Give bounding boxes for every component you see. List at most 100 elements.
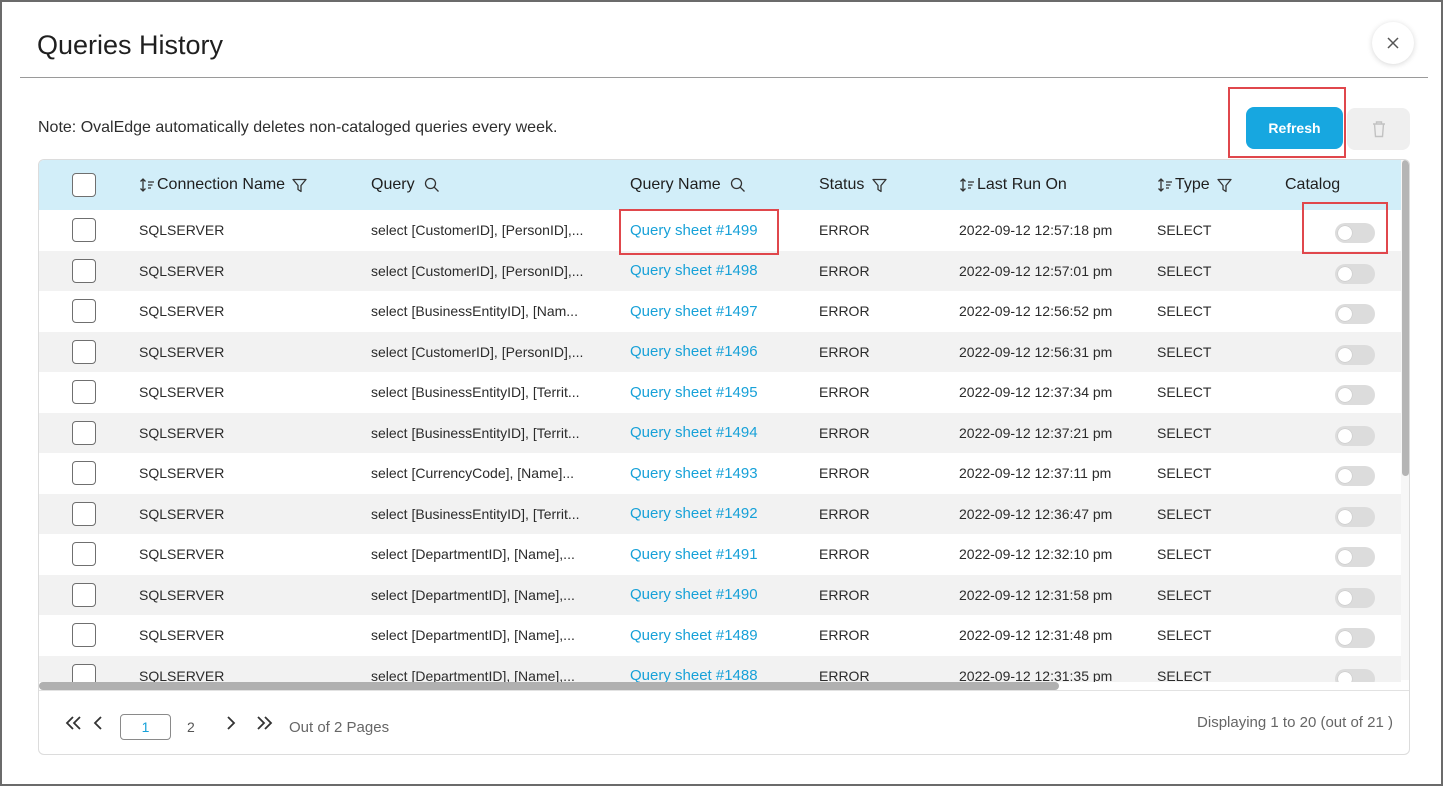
last-run-cell: 2022-09-12 12:32:10 pm bbox=[959, 546, 1113, 563]
query-name-link[interactable]: Query sheet #1499 bbox=[630, 210, 758, 251]
sort-icon[interactable] bbox=[959, 177, 975, 193]
table-body: SQLSERVER select [CustomerID], [PersonID… bbox=[39, 210, 1401, 682]
last-run-cell: 2022-09-12 12:31:35 pm bbox=[959, 667, 1113, 682]
query-name-link[interactable]: Query sheet #1491 bbox=[630, 534, 758, 575]
row-checkbox[interactable] bbox=[72, 420, 96, 445]
search-icon[interactable] bbox=[730, 177, 746, 193]
chevron-right-icon[interactable] bbox=[225, 715, 237, 736]
header-divider bbox=[20, 77, 1428, 78]
table-row: SQLSERVER select [BusinessEntityID], [Te… bbox=[39, 493, 1401, 535]
last-run-cell: 2022-09-12 12:57:18 pm bbox=[959, 222, 1113, 239]
query-cell: select [DepartmentID], [Name],... bbox=[371, 667, 575, 682]
toggle-knob bbox=[1338, 226, 1352, 241]
query-cell: select [DepartmentID], [Name],... bbox=[371, 627, 575, 644]
table-row: SQLSERVER select [BusinessEntityID], [Te… bbox=[39, 372, 1401, 413]
query-cell: select [BusinessEntityID], [Territ... bbox=[371, 505, 580, 522]
catalog-toggle[interactable] bbox=[1335, 587, 1375, 608]
table-row: SQLSERVER select [CustomerID], [PersonID… bbox=[39, 210, 1401, 251]
row-checkbox[interactable] bbox=[72, 582, 96, 607]
query-cell: select [CustomerID], [PersonID],... bbox=[371, 262, 584, 279]
catalog-toggle[interactable] bbox=[1335, 304, 1375, 325]
row-checkbox[interactable] bbox=[72, 461, 96, 486]
current-page-input[interactable]: 1 bbox=[120, 714, 171, 740]
type-cell: SELECT bbox=[1157, 303, 1212, 320]
query-name-link[interactable]: Query sheet #1494 bbox=[630, 413, 758, 454]
row-checkbox[interactable] bbox=[72, 218, 96, 243]
connection-name-cell: SQLSERVER bbox=[139, 465, 225, 482]
table-header: Connection Name Query Query Name Status bbox=[39, 160, 1401, 210]
row-checkbox[interactable] bbox=[72, 623, 96, 648]
connection-name-cell: SQLSERVER bbox=[139, 667, 225, 682]
type-cell: SELECT bbox=[1157, 222, 1212, 239]
query-name-link[interactable]: Query sheet #1490 bbox=[630, 575, 758, 616]
row-checkbox[interactable] bbox=[72, 380, 96, 405]
sort-icon[interactable] bbox=[1157, 177, 1173, 193]
catalog-toggle[interactable] bbox=[1335, 344, 1375, 365]
refresh-button[interactable]: Refresh bbox=[1246, 107, 1343, 149]
catalog-toggle[interactable] bbox=[1335, 628, 1375, 649]
double-chevron-right-icon[interactable] bbox=[255, 715, 273, 736]
type-cell: SELECT bbox=[1157, 465, 1212, 482]
close-button[interactable] bbox=[1372, 22, 1414, 64]
type-cell: SELECT bbox=[1157, 424, 1212, 441]
row-checkbox[interactable] bbox=[72, 663, 96, 682]
query-name-link[interactable]: Query sheet #1496 bbox=[630, 332, 758, 373]
header-connection-name[interactable]: Connection Name bbox=[139, 160, 307, 210]
header-type[interactable]: Type bbox=[1157, 160, 1232, 210]
catalog-toggle[interactable] bbox=[1335, 506, 1375, 527]
query-name-link[interactable]: Query sheet #1495 bbox=[630, 372, 758, 413]
page-2-link[interactable]: 2 bbox=[187, 719, 195, 735]
catalog-toggle[interactable] bbox=[1335, 263, 1375, 284]
header-type-label: Type bbox=[1175, 176, 1210, 193]
query-name-link[interactable]: Query sheet #1488 bbox=[630, 656, 758, 682]
row-checkbox[interactable] bbox=[72, 542, 96, 567]
last-run-cell: 2022-09-12 12:37:21 pm bbox=[959, 424, 1113, 441]
chevron-left-icon[interactable] bbox=[92, 715, 104, 736]
query-name-link[interactable]: Query sheet #1489 bbox=[630, 615, 758, 656]
select-all-checkbox[interactable] bbox=[72, 173, 96, 197]
header-status[interactable]: Status bbox=[819, 160, 888, 210]
horizontal-scrollbar-thumb[interactable] bbox=[39, 682, 1059, 690]
header-query-name[interactable]: Query Name bbox=[630, 160, 746, 210]
type-cell: SELECT bbox=[1157, 384, 1212, 401]
header-last-run-on[interactable]: Last Run On bbox=[959, 160, 1067, 210]
status-cell: ERROR bbox=[819, 505, 870, 522]
query-name-link[interactable]: Query sheet #1497 bbox=[630, 291, 758, 332]
connection-name-cell: SQLSERVER bbox=[139, 505, 225, 522]
row-checkbox[interactable] bbox=[72, 339, 96, 364]
header-query[interactable]: Query bbox=[371, 160, 440, 210]
catalog-toggle[interactable] bbox=[1335, 425, 1375, 446]
row-checkbox[interactable] bbox=[72, 258, 96, 283]
catalog-toggle[interactable] bbox=[1335, 385, 1375, 406]
delete-button[interactable] bbox=[1347, 108, 1410, 150]
trash-icon bbox=[1372, 121, 1385, 138]
query-name-link[interactable]: Query sheet #1498 bbox=[630, 251, 758, 292]
row-checkbox[interactable] bbox=[72, 299, 96, 324]
sort-icon[interactable] bbox=[139, 177, 155, 193]
vertical-scrollbar-thumb[interactable] bbox=[1402, 160, 1409, 476]
catalog-toggle[interactable] bbox=[1335, 668, 1375, 682]
status-cell: ERROR bbox=[819, 262, 870, 279]
total-pages-text: Out of 2 Pages bbox=[289, 719, 390, 736]
catalog-toggle[interactable] bbox=[1335, 223, 1375, 244]
query-cell: select [CustomerID], [PersonID],... bbox=[371, 222, 584, 239]
display-range-text: Displaying 1 to 20 (out of 21 ) bbox=[1197, 714, 1393, 731]
type-cell: SELECT bbox=[1157, 667, 1212, 682]
header-catalog-label: Catalog bbox=[1285, 176, 1341, 193]
filter-icon[interactable] bbox=[292, 178, 307, 193]
catalog-toggle[interactable] bbox=[1335, 547, 1375, 568]
toggle-knob bbox=[1338, 388, 1352, 403]
status-cell: ERROR bbox=[819, 222, 870, 239]
header-connection-name-label: Connection Name bbox=[157, 176, 286, 193]
query-name-link[interactable]: Query sheet #1493 bbox=[630, 453, 758, 494]
double-chevron-left-icon[interactable] bbox=[65, 715, 83, 736]
search-icon[interactable] bbox=[424, 177, 440, 193]
catalog-toggle[interactable] bbox=[1335, 466, 1375, 487]
row-checkbox[interactable] bbox=[72, 501, 96, 526]
query-name-link[interactable]: Query sheet #1492 bbox=[630, 494, 758, 535]
connection-name-cell: SQLSERVER bbox=[139, 222, 225, 239]
query-cell: select [CurrencyCode], [Name]... bbox=[371, 465, 575, 482]
table-row: SQLSERVER select [BusinessEntityID], [Na… bbox=[39, 291, 1401, 332]
filter-icon[interactable] bbox=[872, 178, 888, 193]
filter-icon[interactable] bbox=[1217, 178, 1232, 193]
